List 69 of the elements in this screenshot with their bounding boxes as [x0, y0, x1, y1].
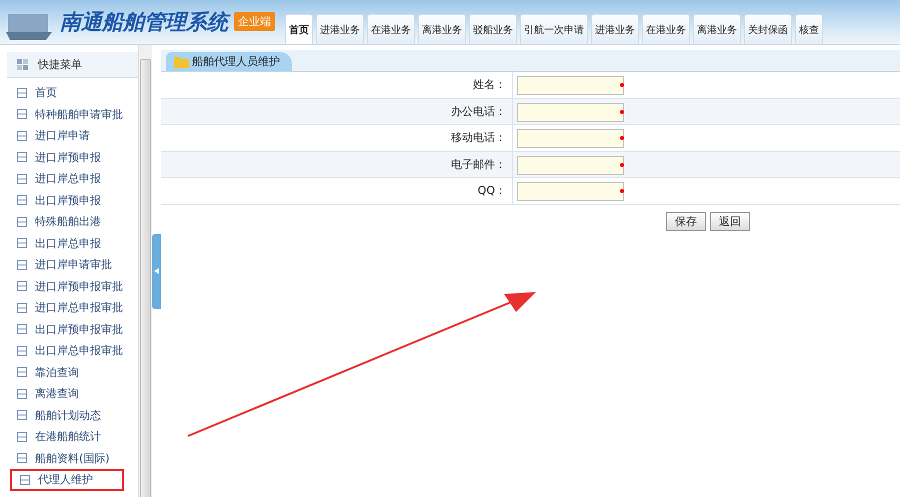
- field-label: 电子邮件：: [161, 152, 513, 177]
- menu-item[interactable]: 进口岸申请审批: [7, 254, 138, 276]
- input-field[interactable]: [517, 76, 624, 95]
- square-icon: [17, 302, 27, 313]
- menu-item[interactable]: 特种船舶申请审批: [7, 104, 138, 125]
- nav-tab[interactable]: 核查: [795, 14, 823, 44]
- menu-item[interactable]: 船舶计划动态: [7, 404, 138, 426]
- square-icon: [17, 346, 27, 356]
- nav-tab[interactable]: 进港业务: [591, 14, 639, 44]
- grid-icon: [17, 59, 28, 70]
- menu-item[interactable]: 靠泊查询: [7, 362, 138, 383]
- nav-tab[interactable]: 在港业务: [642, 14, 690, 44]
- input-field[interactable]: [517, 102, 624, 122]
- square-icon: [17, 130, 27, 141]
- square-icon: [17, 281, 27, 292]
- square-icon: [17, 174, 27, 184]
- input-field[interactable]: [517, 129, 624, 148]
- menu-item[interactable]: 出口岸预申报审批: [7, 318, 138, 340]
- menu-item[interactable]: 出口岸总申报: [7, 232, 138, 254]
- field-label: 移动电话：: [161, 125, 513, 150]
- field-label: 办公电话：: [161, 98, 513, 124]
- square-icon: [17, 388, 27, 399]
- input-field[interactable]: [517, 156, 624, 174]
- nav-tab[interactable]: 引航一次申请: [520, 14, 588, 44]
- square-icon: [17, 88, 27, 98]
- menu-item[interactable]: 首页: [7, 82, 138, 104]
- square-icon: [20, 474, 30, 485]
- nav-tab[interactable]: 在港业务: [367, 14, 415, 44]
- square-icon: [17, 152, 27, 162]
- square-icon: [17, 324, 27, 334]
- square-icon: [17, 195, 27, 206]
- menu-item[interactable]: 出口岸总申报审批: [7, 340, 138, 362]
- square-icon: [17, 410, 27, 420]
- menu-item[interactable]: 特殊船舶出港: [7, 211, 138, 232]
- input-field[interactable]: [517, 182, 624, 201]
- nav-tab[interactable]: 进港业务: [316, 14, 364, 44]
- menu-item[interactable]: 进口岸预申报审批: [7, 276, 138, 297]
- nav-tab[interactable]: 关封保函: [744, 14, 792, 44]
- menu-item[interactable]: 离港查询: [7, 383, 138, 404]
- sidebar-title: 快捷菜单: [38, 57, 82, 72]
- nav-tab[interactable]: 首页: [285, 14, 313, 44]
- nav-tab[interactable]: 驳船业务: [469, 14, 517, 44]
- folder-icon: [174, 56, 189, 68]
- collapse-handle[interactable]: [152, 234, 161, 308]
- menu-item[interactable]: 进口岸总申报: [7, 168, 138, 190]
- form-button[interactable]: 保存: [666, 212, 706, 230]
- client-badge: 企业端: [234, 12, 275, 31]
- field-label: QQ：: [161, 178, 513, 204]
- scrollbar[interactable]: [138, 45, 152, 497]
- menu-item[interactable]: 代理人维护: [10, 469, 124, 490]
- panel-tab[interactable]: 船舶代理人员维护: [166, 52, 292, 71]
- form-button[interactable]: 返回: [710, 212, 750, 230]
- nav-tab[interactable]: 离港业务: [418, 14, 466, 44]
- left-triangle-icon: [154, 268, 159, 274]
- square-icon: [17, 453, 27, 464]
- menu-item[interactable]: 进口岸预申报: [7, 146, 138, 168]
- square-icon: [17, 432, 27, 442]
- square-icon: [17, 367, 27, 378]
- square-icon: [17, 238, 27, 248]
- menu-item[interactable]: 进口岸申请: [7, 125, 138, 146]
- menu-item[interactable]: 在港船舶统计: [7, 426, 138, 448]
- square-icon: [17, 260, 27, 270]
- square-icon: [17, 109, 27, 120]
- nav-tab[interactable]: 离港业务: [693, 14, 741, 44]
- menu-item[interactable]: 进口岸总申报审批: [7, 297, 138, 318]
- menu-item[interactable]: 出口岸预申报: [7, 190, 138, 211]
- field-label: 姓名：: [161, 72, 513, 98]
- square-icon: [17, 216, 27, 227]
- menu-item[interactable]: 船舶资料(国际): [7, 448, 138, 469]
